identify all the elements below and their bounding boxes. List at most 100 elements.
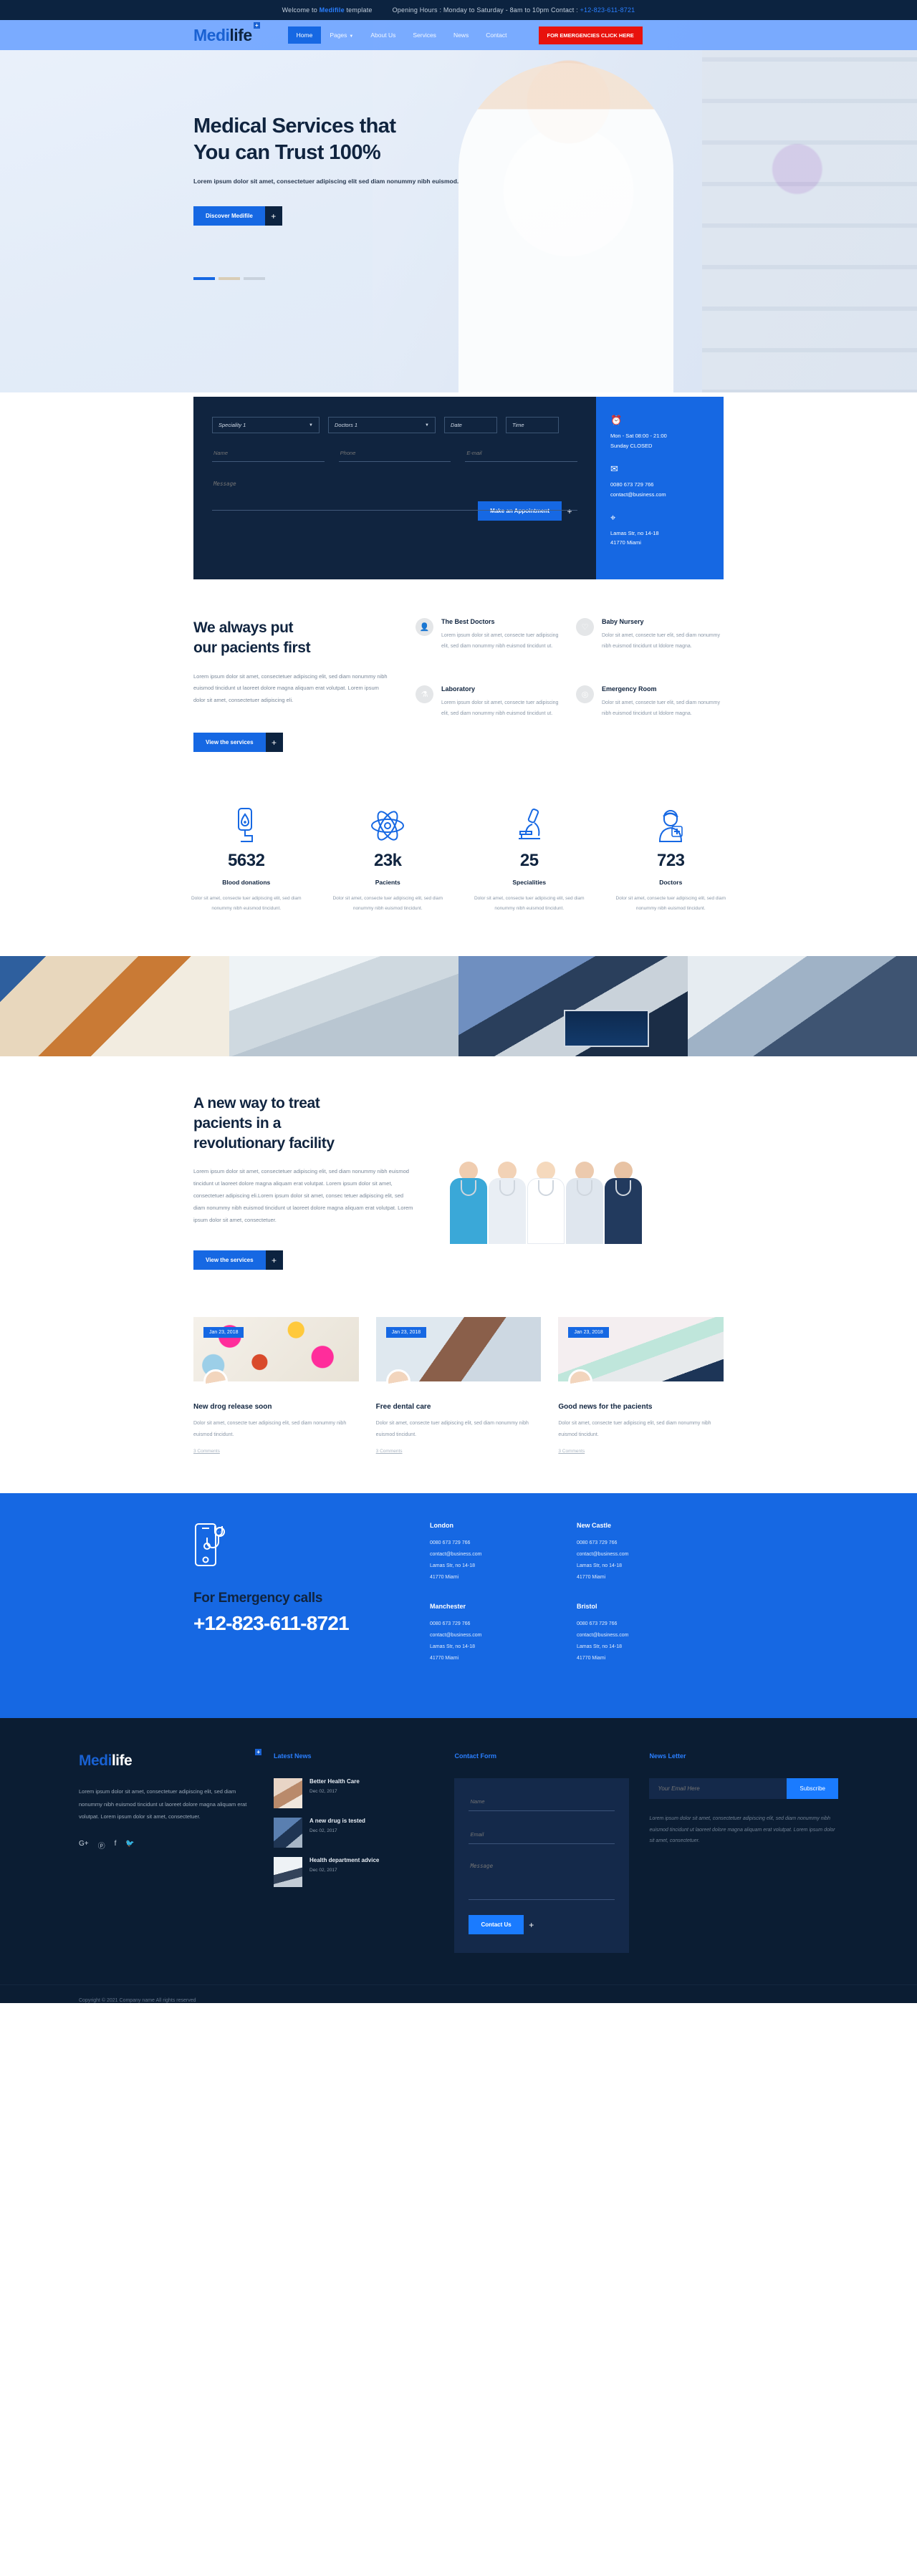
pf-plus-icon[interactable]: + <box>265 733 283 753</box>
footer-latest-news-column: Latest News Better Health Care Dec 02, 2… <box>274 1752 434 1953</box>
appointment-message-textarea[interactable] <box>212 478 577 511</box>
footer-message-textarea[interactable] <box>469 1860 615 1901</box>
footer-contact-form: Contact Us + <box>454 1778 630 1954</box>
city-phone: 0080 673 729 766 <box>430 1540 471 1546</box>
google-plus-icon[interactable]: G+ <box>79 1840 89 1851</box>
patients-first-body: Lorem ipsum dolor sit amet, consectetuer… <box>193 672 388 704</box>
footer: Medilife + Lorem ipsum dolor sit amet, c… <box>0 1718 917 2004</box>
footer-newsletter-column: News Letter Subscribe Lorem ipsum dolor … <box>649 1752 838 1953</box>
slider-dot-1[interactable] <box>193 277 215 281</box>
contact-us-button[interactable]: Contact Us <box>469 1915 524 1935</box>
pinterest-icon[interactable]: ⓟ <box>98 1840 105 1851</box>
nav-label-news: News <box>453 32 469 39</box>
city-name: Manchester <box>430 1603 466 1611</box>
news-card[interactable]: Jan 23, 2018 Good news for the pacients … <box>558 1317 724 1456</box>
appointment-name-input[interactable] <box>212 446 325 462</box>
info-block-address: ⌖ Lamas Str, no 14-18 41770 Miami <box>610 513 709 549</box>
appointment-phone-input[interactable] <box>338 446 451 462</box>
appointment-form: Speciality 1 ▼ Doctors 1 ▼ Date Time Nam… <box>193 397 596 580</box>
footer-news-item[interactable]: A new drug is tested Dec 02, 2017 <box>274 1818 434 1848</box>
newsletter-email-input[interactable] <box>649 1778 787 1800</box>
footer-name-input[interactable] <box>469 1795 615 1812</box>
nw-title-line-3: revolutionary facility <box>193 1134 335 1152</box>
service-card-emergency-room[interactable]: ◎ Emergency Room Dolor sit amet, consect… <box>576 685 724 728</box>
stat-desc: Dolor sit amet, consecte tuer adipiscing… <box>474 896 585 912</box>
welcome-prefix: Welcome to <box>282 6 320 14</box>
city-name: London <box>430 1522 453 1530</box>
news-comments-link[interactable]: 3 Comments <box>558 1449 585 1454</box>
doctor-badge-icon <box>610 804 732 848</box>
contact-email: contact@business.com <box>610 491 666 498</box>
news-date-badge: Jan 23, 2018 <box>568 1327 609 1338</box>
nw-view-services-button[interactable]: View the services <box>193 1250 266 1270</box>
news-comments-link[interactable]: 3 Comments <box>376 1449 403 1454</box>
footer-logo-plus-icon: + <box>255 1749 261 1756</box>
city-email: contact@business.com <box>430 1552 482 1557</box>
newsletter-form: Subscribe <box>649 1778 838 1800</box>
surgeon-with-mask-photo <box>229 955 458 1056</box>
news-card[interactable]: Jan 23, 2018 New drog release soon Dolor… <box>193 1317 359 1456</box>
slider-dot-3[interactable] <box>244 277 265 281</box>
service-card-baby-nursery[interactable]: ♡ Baby Nursery Dolor sit amet, consecte … <box>576 618 724 660</box>
discover-button[interactable]: Discover Medifile <box>193 206 265 226</box>
emergency-phone-number[interactable]: +12-823-611-8721 <box>193 1612 430 1635</box>
contact-us-plus-icon[interactable]: + <box>524 1920 539 1930</box>
site-logo[interactable]: Medilife + <box>193 21 260 45</box>
address-line-2: 41770 Miami <box>610 539 641 546</box>
location-pin-icon: ⌖ <box>610 511 616 523</box>
hero-background-shelves <box>702 20 917 392</box>
city-phone: 0080 673 729 766 <box>430 1621 471 1627</box>
nav-item-pages[interactable]: Pages ▼ <box>321 26 362 44</box>
twitter-icon[interactable]: 🐦 <box>125 1840 134 1851</box>
news-comments-link[interactable]: 3 Comments <box>193 1449 220 1454</box>
nav-item-contact[interactable]: Contact <box>477 26 515 44</box>
chevron-down-icon: ▼ <box>349 34 354 39</box>
date-field[interactable]: Date <box>444 417 497 433</box>
footer-news-date: Dec 02, 2017 <box>309 1828 337 1834</box>
nav-item-about-us[interactable]: About Us <box>362 26 404 44</box>
service-title: Baby Nursery <box>602 618 644 626</box>
news-title[interactable]: Free dental care <box>376 1403 542 1411</box>
logo-part-1: Medi <box>193 25 230 44</box>
chevron-down-icon: ▼ <box>425 423 429 428</box>
footer-social-links: G+ ⓟ f 🐦 <box>79 1840 254 1851</box>
footer-news-item[interactable]: Health department advice Dec 02, 2017 <box>274 1857 434 1888</box>
emergency-icon: ◎ <box>576 685 594 703</box>
time-field[interactable]: Time <box>506 417 559 433</box>
nav-item-services[interactable]: Services <box>404 26 445 44</box>
pf-view-services-button[interactable]: View the services <box>193 733 266 753</box>
news-desc: Dolor sit amet, consecte tuer adipiscing… <box>558 1421 711 1437</box>
service-card-laboratory[interactable]: ⚗ Laboratory Lorem ipsum dolor sit amet,… <box>416 685 563 728</box>
footer-logo[interactable]: Medilife + <box>79 1749 261 1770</box>
news-cards-section: Jan 23, 2018 New drog release soon Dolor… <box>193 1301 724 1493</box>
emergency-cta-button[interactable]: FOR EMERGENCIES CLICK HERE <box>538 26 643 44</box>
nav-item-home[interactable]: Home <box>287 26 322 44</box>
speciality-select[interactable]: Speciality 1 ▼ <box>212 417 320 433</box>
subscribe-button[interactable]: Subscribe <box>787 1778 838 1800</box>
footer-news-item[interactable]: Better Health Care Dec 02, 2017 <box>274 1778 434 1809</box>
hero-title: Medical Services that You can Trust 100% <box>193 113 724 166</box>
city-street: Lamas Str, no 14-18 <box>430 1644 476 1649</box>
discover-plus-icon[interactable]: + <box>264 206 282 226</box>
slider-dot-2[interactable] <box>219 277 240 281</box>
doctors-select[interactable]: Doctors 1 ▼ <box>328 417 436 433</box>
stat-label: Specialities <box>512 879 547 887</box>
doctor-icon: 👤 <box>416 618 433 637</box>
topbar-phone-link[interactable]: +12-823-611-8721 <box>580 6 635 14</box>
news-title[interactable]: New drog release soon <box>193 1403 359 1411</box>
news-card[interactable]: Jan 23, 2018 Free dental care Dolor sit … <box>375 1317 542 1456</box>
logo-plus-icon: + <box>253 21 260 29</box>
facebook-icon[interactable]: f <box>115 1840 117 1851</box>
service-card-doctors[interactable]: 👤 The Best Doctors Lorem ipsum dolor sit… <box>416 618 563 660</box>
author-avatar <box>568 1369 593 1394</box>
stat-label: Pacients <box>375 879 400 887</box>
appointment-email-input[interactable] <box>465 446 578 462</box>
operating-room-monitor-photo <box>458 955 688 1056</box>
nw-plus-icon[interactable]: + <box>265 1250 283 1270</box>
nav-label-home: Home <box>296 32 313 39</box>
city-zip: 41770 Miami <box>577 1574 606 1580</box>
news-title[interactable]: Good news for the pacients <box>558 1403 724 1411</box>
footer-email-input[interactable] <box>469 1828 615 1845</box>
emergency-calls-section: For Emergency calls +12-823-611-8721 Lon… <box>0 1493 917 1719</box>
nav-item-news[interactable]: News <box>445 26 477 44</box>
